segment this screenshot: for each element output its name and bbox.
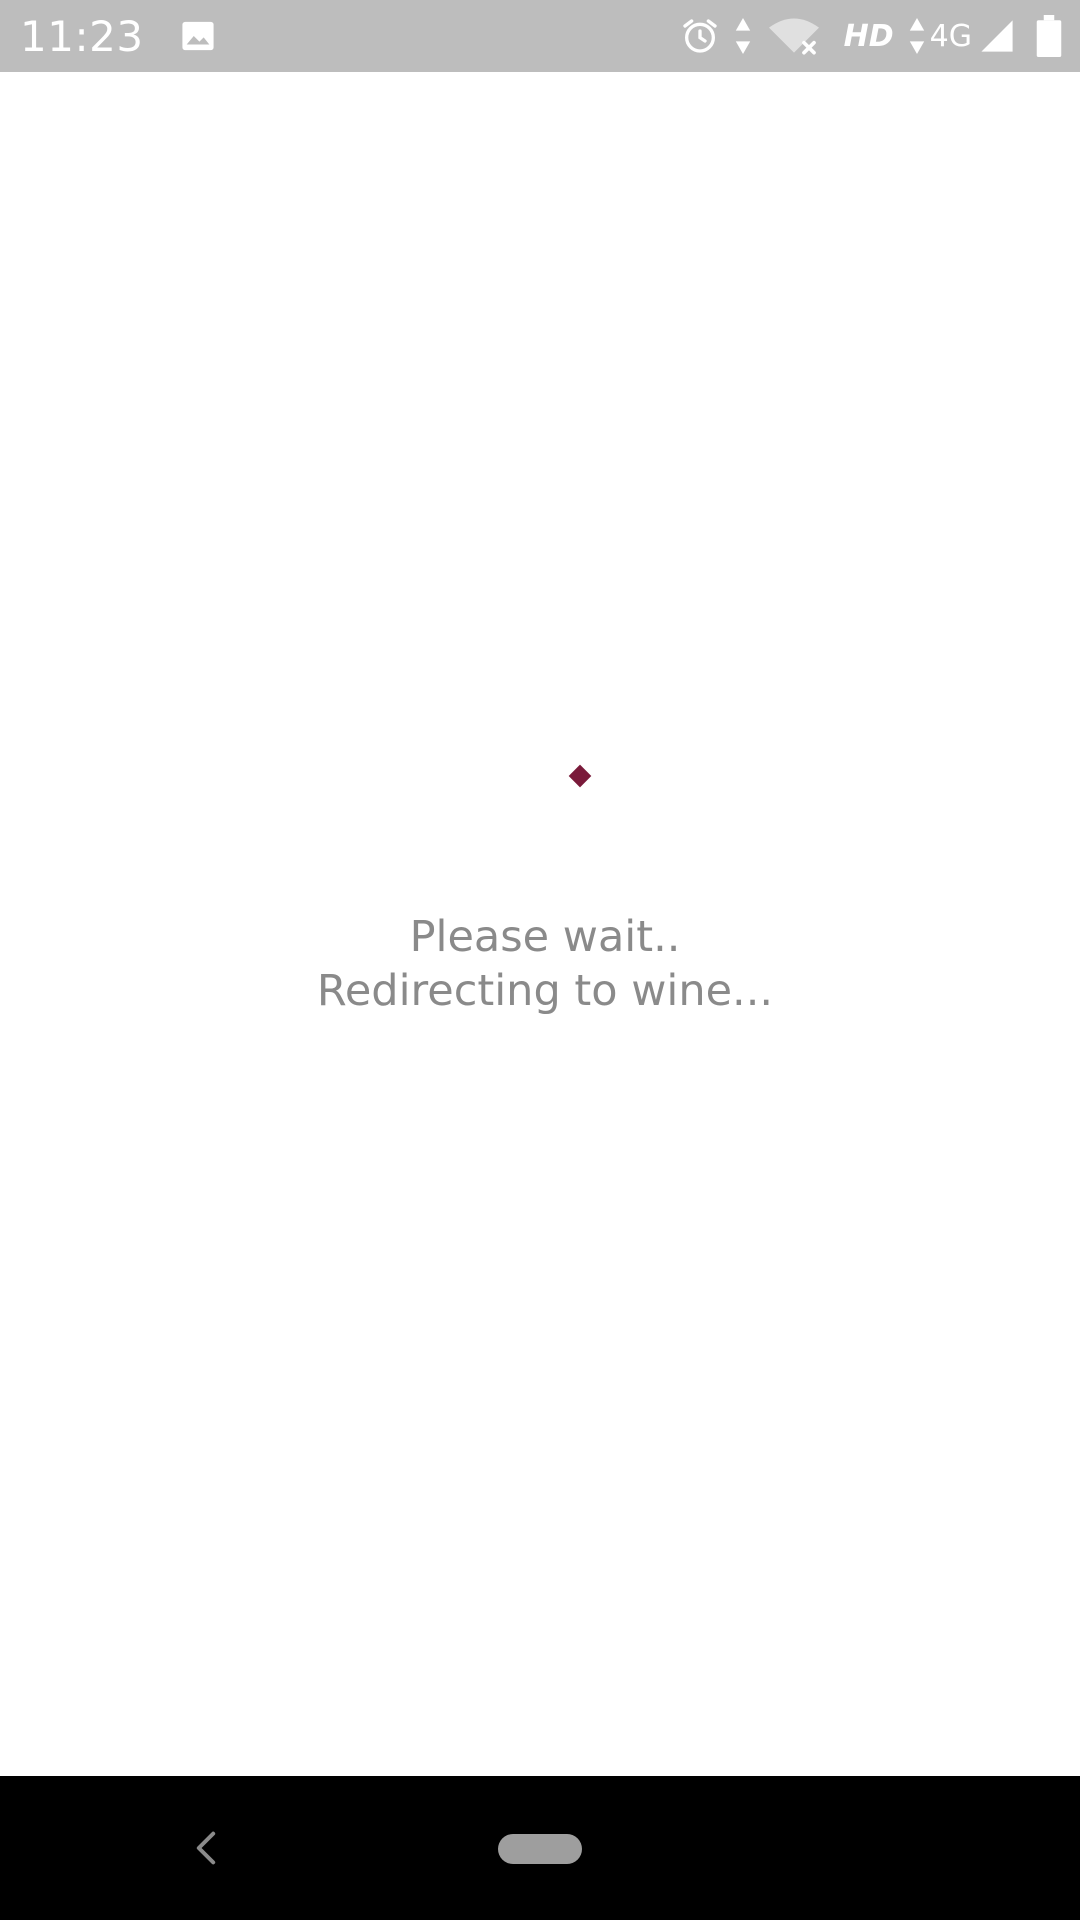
network-type-label: 4G — [929, 18, 972, 54]
navigation-bar — [0, 1776, 1080, 1920]
hd-label: HD — [843, 18, 894, 54]
status-bar: 11:23 HD 4G — [0, 0, 1080, 72]
screen: 11:23 HD 4G Please wait.. Redirecting to… — [0, 0, 1080, 1920]
loading-line-2: Redirecting to wine... — [316, 966, 774, 1016]
image-icon — [180, 18, 216, 54]
back-button[interactable] — [186, 1816, 226, 1880]
main-content: Please wait.. Redirecting to wine... — [0, 72, 1080, 1776]
back-icon — [196, 1831, 216, 1865]
wifi-off-icon — [766, 16, 822, 56]
loading-spinner — [568, 764, 592, 788]
home-button[interactable] — [498, 1834, 582, 1864]
loading-line-1: Please wait.. — [409, 912, 681, 962]
data-arrows-icon — [908, 16, 926, 56]
alarm-icon — [680, 16, 720, 56]
status-right: HD 4G — [666, 0, 1062, 72]
signal-icon — [980, 19, 1014, 53]
status-time: 11:23 — [20, 11, 144, 61]
battery-icon — [1036, 15, 1062, 57]
data-arrows-icon — [734, 16, 752, 56]
status-left: 11:23 — [20, 0, 216, 72]
loading-message: Please wait.. Redirecting to wine... — [0, 910, 1080, 1018]
